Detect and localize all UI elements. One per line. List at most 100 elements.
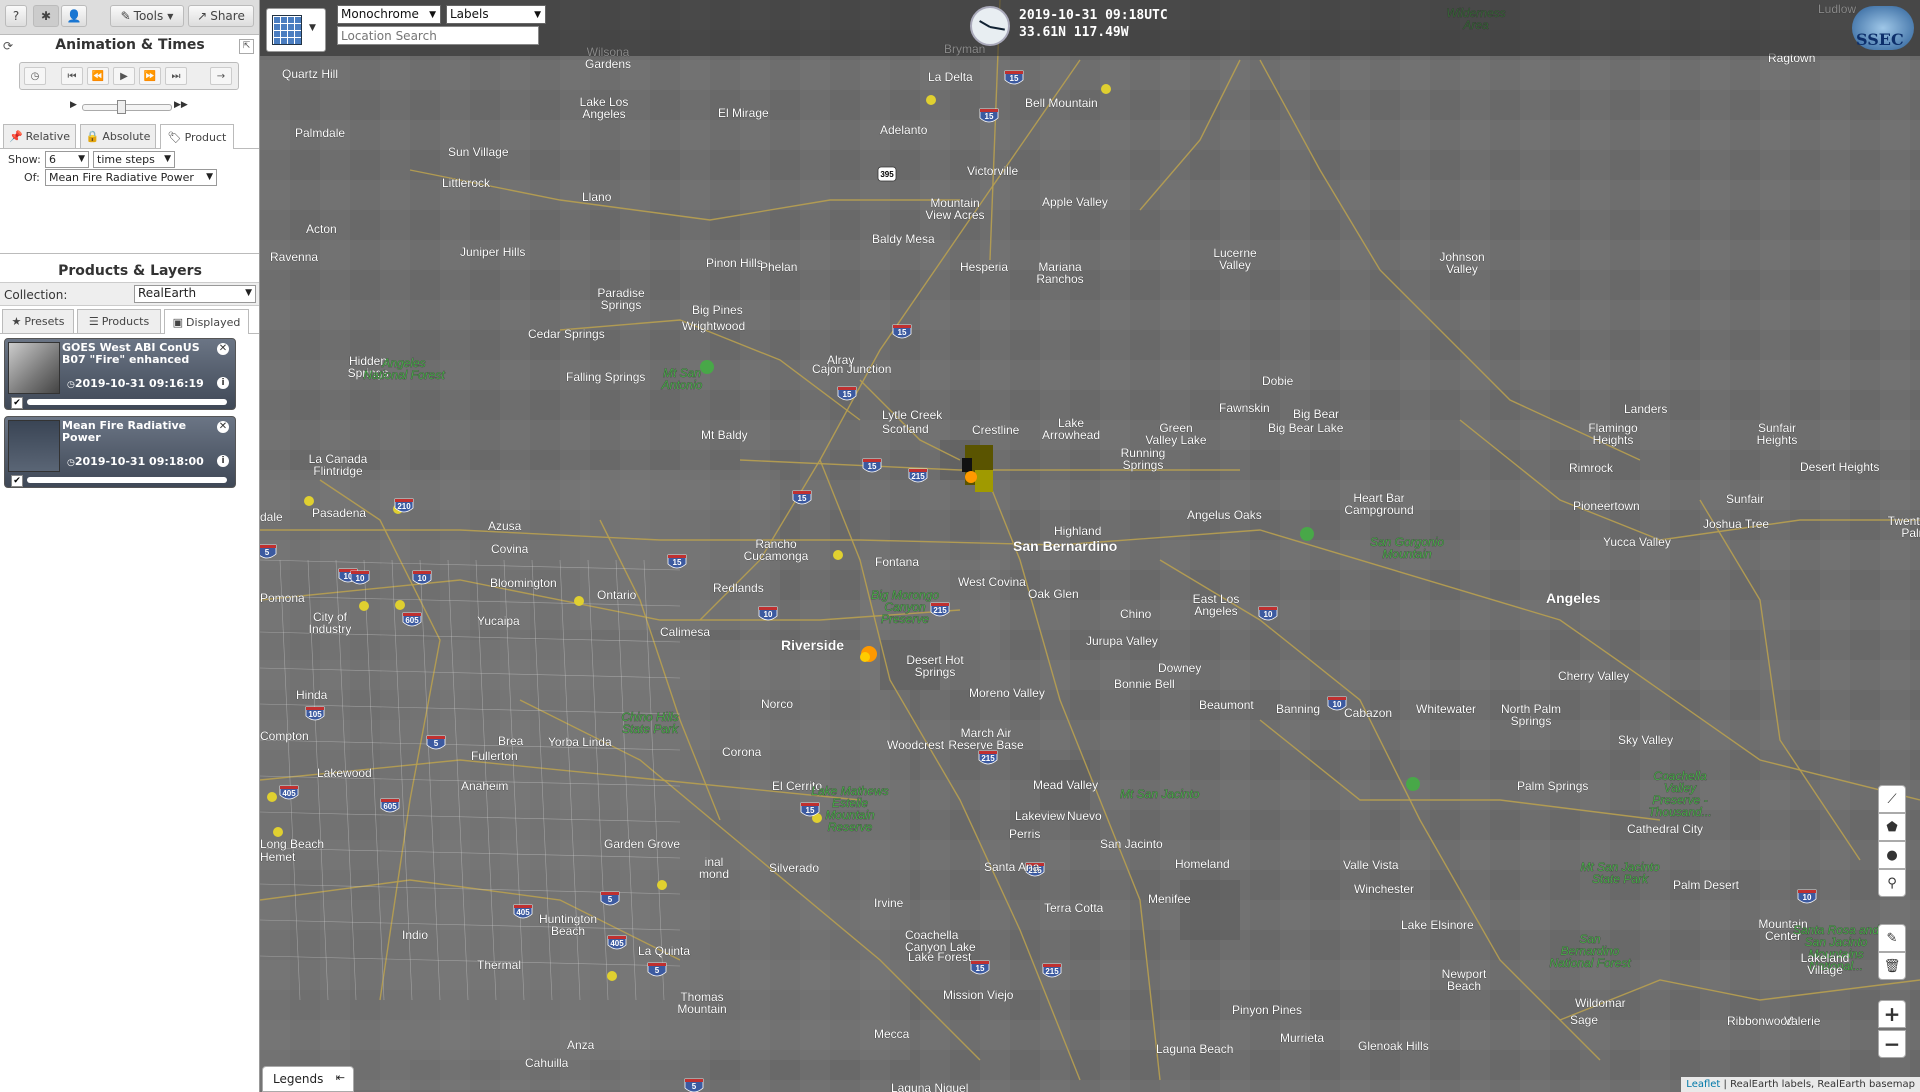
clock-button[interactable]: ◷ xyxy=(24,67,46,85)
svg-text:5: 5 xyxy=(608,895,613,904)
tag-icon: 🏷 xyxy=(167,130,182,144)
svg-text:10: 10 xyxy=(1264,610,1273,619)
layer-card-frp[interactable]: Mean Fire Radiative Power ◷2019-10-31 09… xyxy=(4,416,236,488)
edit-layers-button[interactable]: ✎ xyxy=(1878,924,1906,952)
zoom-in-button[interactable]: + xyxy=(1878,1000,1906,1028)
place-label: Thermal xyxy=(477,958,521,972)
place-label: Jurupa Valley xyxy=(1086,634,1158,648)
layer-opacity-slider[interactable] xyxy=(27,399,227,405)
fire-detection xyxy=(267,792,277,802)
svg-text:215: 215 xyxy=(1045,967,1059,976)
remove-layer-button[interactable]: ✕ xyxy=(217,421,229,433)
place-label: Phelan xyxy=(760,260,797,274)
labels-select[interactable]: Labels xyxy=(446,5,546,24)
place-label: Coachella Valley Preserve -Thousand... xyxy=(1648,769,1711,819)
time-unit-select[interactable]: time steps xyxy=(93,151,175,168)
fire-detection xyxy=(304,496,314,506)
basemap-select[interactable]: Monochrome xyxy=(337,5,441,24)
pin-small-icon: 📌 xyxy=(8,130,23,143)
share-button[interactable]: ↗ Share xyxy=(188,5,254,27)
place-label: Crestline xyxy=(972,423,1020,437)
first-frame-button[interactable]: ⏮ xyxy=(61,67,83,85)
highway-shield: 405 xyxy=(607,935,627,950)
draw-polygon-button[interactable]: ⬟ xyxy=(1878,813,1906,841)
delete-layers-button[interactable]: 🗑 xyxy=(1878,952,1906,980)
help-button[interactable]: ? xyxy=(5,5,27,27)
user-button[interactable]: 👤 xyxy=(61,5,87,27)
settings-button[interactable]: ✱ xyxy=(33,5,59,27)
layer-name: GOES West ABI ConUS B07 "Fire" enhanced xyxy=(62,341,200,366)
fire-detection-large xyxy=(965,471,977,483)
speed-slider-handle[interactable] xyxy=(117,100,126,114)
tab-presets[interactable]: ★ Presets xyxy=(2,309,74,333)
highway-shield: 15 xyxy=(979,108,999,123)
show-count-input[interactable]: 6 xyxy=(45,151,89,168)
highway-shield: 5 xyxy=(600,891,620,906)
sidebar: ? ✱ 👤 ✎ Tools ▼ ↗ Share ⟳ Animation & Ti… xyxy=(0,0,260,1092)
tab-absolute-label: Absolute xyxy=(102,130,151,143)
place-label: Perris xyxy=(1009,827,1040,841)
place-label: Juniper Hills xyxy=(460,245,525,259)
legends-button[interactable]: Legends ⇤ xyxy=(262,1066,354,1092)
step-back-button[interactable]: ⏪ xyxy=(87,67,109,85)
place-label: Running Springs xyxy=(1121,446,1166,472)
place-label: La Quinta xyxy=(638,944,690,958)
next-button[interactable]: → xyxy=(210,67,232,85)
place-label: Mt San Antonio xyxy=(661,366,703,392)
tab-absolute[interactable]: 🔒 Absolute xyxy=(80,124,156,148)
ssec-logo-text: SSEC xyxy=(1856,30,1904,49)
circle-icon: ● xyxy=(1886,847,1898,863)
place-label: Heart Bar Campground xyxy=(1344,491,1413,517)
fire-detection xyxy=(359,601,369,611)
basemap-switcher[interactable]: ▼ xyxy=(266,8,326,52)
layer-visible-checkbox[interactable]: ✔ xyxy=(11,475,23,487)
collection-select[interactable]: RealEarth xyxy=(134,285,256,303)
polyline-icon: ⟋ xyxy=(1887,791,1897,807)
layer-visible-checkbox[interactable]: ✔ xyxy=(11,397,23,409)
of-label: Of: xyxy=(24,171,40,184)
layer-card-goes[interactable]: GOES West ABI ConUS B07 "Fire" enhanced … xyxy=(4,338,236,410)
remove-layer-button[interactable]: ✕ xyxy=(217,343,229,355)
draw-marker-button[interactable]: ⚲ xyxy=(1878,869,1906,897)
play-button[interactable]: ▶ xyxy=(113,67,135,85)
layer-opacity-slider[interactable] xyxy=(27,477,227,483)
tab-relative[interactable]: 📌 Relative xyxy=(3,124,76,148)
marker-icon: ⚲ xyxy=(1887,875,1897,891)
place-label: Newport Beach xyxy=(1442,967,1487,993)
zoom-out-button[interactable]: − xyxy=(1878,1030,1906,1058)
place-label: Wrightwood xyxy=(682,319,745,333)
place-label: Dobie xyxy=(1262,374,1294,388)
last-frame-icon: ⏭ xyxy=(171,70,181,82)
last-frame-button[interactable]: ⏭ xyxy=(165,67,187,85)
draw-polyline-button[interactable]: ⟋ xyxy=(1878,785,1906,813)
layer-info-button[interactable]: i xyxy=(217,377,229,389)
highway-shield: 215 xyxy=(930,602,950,617)
pin-icon[interactable]: ⇱ xyxy=(239,39,254,54)
tab-product[interactable]: 🏷 Product xyxy=(160,124,234,149)
place-label: East Los Angeles xyxy=(1193,592,1240,618)
place-label: Ontario xyxy=(597,588,637,602)
highway-shield: 215 xyxy=(1042,963,1062,978)
tab-products[interactable]: ☰ Products xyxy=(77,309,161,333)
layer-info-button[interactable]: i xyxy=(217,455,229,467)
place-label: Angelus Oaks xyxy=(1187,508,1262,522)
place-label: San Jacinto xyxy=(1100,837,1163,851)
draw-circle-button[interactable]: ● xyxy=(1878,841,1906,869)
place-label: Adelanto xyxy=(880,123,928,137)
place-label: Mt San Jacinto xyxy=(1120,787,1200,801)
trash-icon: 🗑 xyxy=(1883,958,1901,974)
map-view[interactable]: 15 395 15 15 15 15 215 15 210 10 10 10 5 15 215 10 605 10… xyxy=(260,0,1920,1092)
place-label: Cajon Junction xyxy=(812,362,891,376)
fire-pixel-block xyxy=(962,458,972,472)
tab-displayed[interactable]: ▣ Displayed xyxy=(164,309,249,334)
tools-button[interactable]: ✎ Tools ▼ xyxy=(110,5,184,27)
map-canvas[interactable]: 15395151515152151521010 10105152151060510… xyxy=(260,0,1920,1092)
of-product-select[interactable]: Mean Fire Radiative Power xyxy=(45,169,217,186)
speed-slider[interactable] xyxy=(82,104,172,111)
location-search-input[interactable] xyxy=(337,26,539,45)
step-forward-button[interactable]: ⏩ xyxy=(139,67,161,85)
place-label: Compton xyxy=(260,729,309,743)
place-label: Landers xyxy=(1624,402,1667,416)
leaflet-link[interactable]: Leaflet xyxy=(1686,1079,1720,1090)
product-tabs: ★ Presets ☰ Products ▣ Displayed xyxy=(0,309,259,334)
